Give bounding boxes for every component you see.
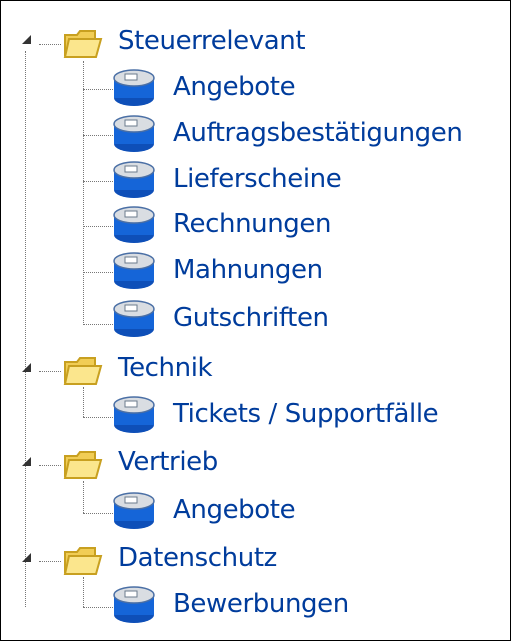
folder-icon (63, 547, 103, 575)
tree-connector (83, 513, 113, 514)
database-icon (113, 115, 155, 152)
database-icon (113, 69, 155, 106)
expand-toggle-vertrieb[interactable] (22, 457, 31, 466)
tree-node-label[interactable]: Bewerbungen (173, 591, 349, 617)
folder-icon (63, 451, 103, 479)
tree-node-label[interactable]: Datenschutz (118, 545, 277, 571)
database-icon (113, 206, 155, 243)
tree-node-label[interactable]: Steuerrelevant (118, 28, 306, 54)
tree-connector (39, 561, 61, 562)
database-icon (113, 396, 155, 433)
tree-node-label[interactable]: Tickets / Supportfälle (173, 401, 439, 427)
tree-connector (83, 226, 113, 227)
tree-connector (83, 89, 113, 90)
folder-icon (63, 30, 103, 58)
tree-connector (39, 44, 61, 45)
tree-connector (83, 324, 113, 325)
folder-icon (63, 357, 103, 385)
expand-toggle-steuerrelevant[interactable] (22, 35, 31, 44)
tree-node-label[interactable]: Rechnungen (173, 211, 331, 237)
tree-connector (83, 577, 84, 607)
tree-node-label[interactable]: Auftragsbestätigungen (173, 120, 463, 146)
database-icon (113, 492, 155, 529)
tree-node-label[interactable]: Angebote (173, 497, 296, 523)
tree-connector (25, 51, 26, 607)
tree-connector (83, 61, 84, 325)
tree-node-label[interactable]: Technik (118, 355, 213, 381)
tree-connector (83, 135, 113, 136)
database-icon (113, 252, 155, 289)
tree-node-label[interactable]: Lieferscheine (173, 166, 342, 192)
database-icon (113, 161, 155, 198)
tree-node-label[interactable]: Gutschriften (173, 305, 329, 331)
expand-toggle-datenschutz[interactable] (22, 553, 31, 562)
tree-connector (83, 387, 84, 417)
tree-connector (83, 417, 113, 418)
tree-connector (83, 481, 84, 513)
tree-connector (83, 272, 113, 273)
expand-toggle-technik[interactable] (22, 363, 31, 372)
tree-connector (39, 465, 61, 466)
database-icon (113, 586, 155, 623)
tree-connector (83, 181, 113, 182)
tree-connector (39, 371, 61, 372)
folder-tree-panel: Steuerrelevant Angebote Auftragsbestätig… (0, 0, 511, 641)
database-icon (113, 300, 155, 337)
tree-connector (83, 607, 113, 608)
tree-node-label[interactable]: Angebote (173, 74, 296, 100)
tree-node-label[interactable]: Vertrieb (118, 449, 218, 475)
tree-node-label[interactable]: Mahnungen (173, 257, 323, 283)
